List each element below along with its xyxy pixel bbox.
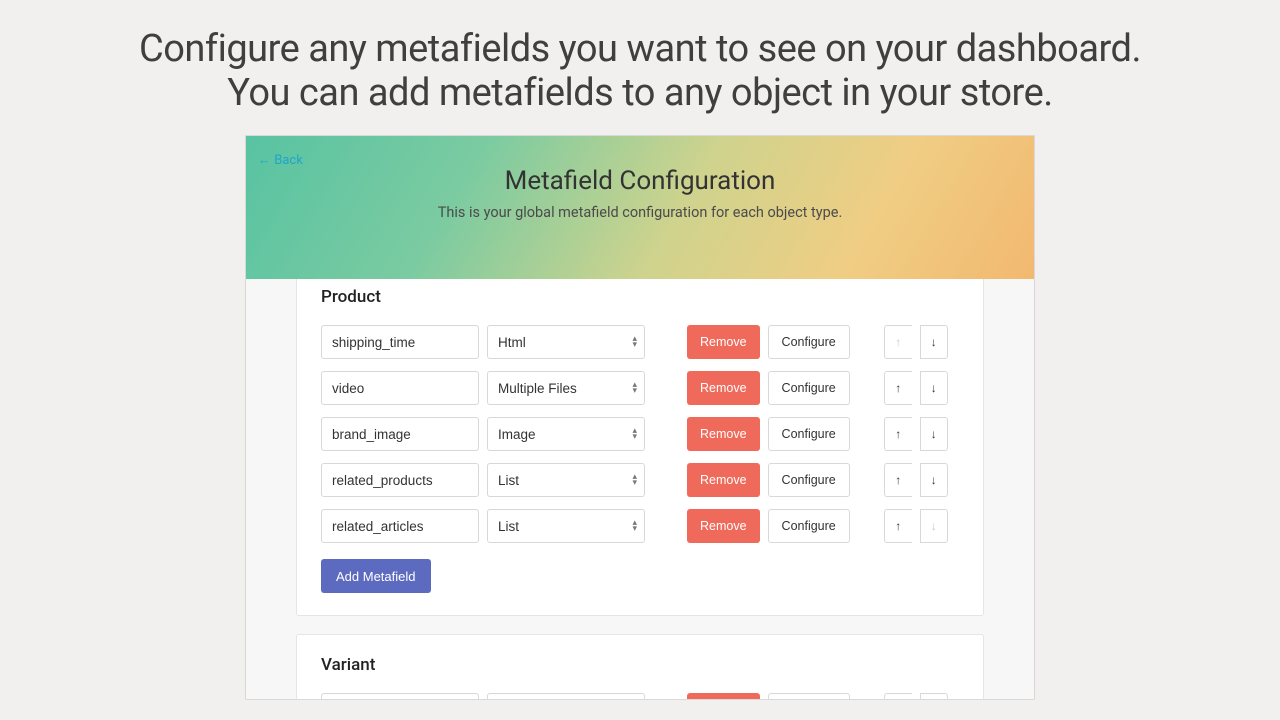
move-down-button[interactable]: ↓: [920, 463, 948, 497]
section-card-variant: VariantString▴▾RemoveConfigure↑↓Add Meta…: [296, 634, 984, 700]
metafield-name-input[interactable]: [321, 509, 479, 543]
remove-button[interactable]: Remove: [687, 325, 760, 359]
move-up-button[interactable]: ↑: [884, 371, 912, 405]
configure-button[interactable]: Configure: [768, 509, 850, 543]
metafield-type-select[interactable]: List: [487, 509, 645, 543]
remove-button[interactable]: Remove: [687, 509, 760, 543]
metafield-type-select[interactable]: String: [487, 693, 645, 700]
metafield-row: Multiple Files▴▾RemoveConfigure↑↓: [321, 371, 959, 405]
metafield-name-input[interactable]: [321, 371, 479, 405]
move-down-button[interactable]: ↓: [920, 371, 948, 405]
metafield-name-input[interactable]: [321, 325, 479, 359]
move-down-button[interactable]: ↓: [920, 325, 948, 359]
section-card-product: ProductHtml▴▾RemoveConfigure↑↓Multiple F…: [296, 266, 984, 616]
move-up-button: ↑: [884, 325, 912, 359]
add-metafield-button[interactable]: Add Metafield: [321, 559, 431, 593]
move-down-button[interactable]: ↓: [920, 693, 948, 700]
move-up-button: ↑: [884, 693, 912, 700]
panel-header: ← Back Metafield Configuration This is y…: [246, 136, 1034, 279]
move-down-button: ↓: [920, 509, 948, 543]
metafield-row: List▴▾RemoveConfigure↑↓: [321, 463, 959, 497]
metafield-name-input[interactable]: [321, 463, 479, 497]
metafield-name-input[interactable]: [321, 417, 479, 451]
metafield-type-select[interactable]: Image: [487, 417, 645, 451]
move-up-button[interactable]: ↑: [884, 417, 912, 451]
headline-line2: You can add metafields to any object in …: [227, 71, 1053, 115]
section-title: Variant: [321, 655, 959, 675]
move-up-button[interactable]: ↑: [884, 463, 912, 497]
metafield-name-input[interactable]: [321, 693, 479, 700]
remove-button[interactable]: Remove: [687, 417, 760, 451]
headline-line1: Configure any metafields you want to see…: [139, 27, 1141, 71]
section-title: Product: [321, 287, 959, 307]
marketing-headline: Configure any metafields you want to see…: [60, 28, 1220, 115]
remove-button[interactable]: Remove: [687, 693, 760, 700]
configure-button[interactable]: Configure: [768, 417, 850, 451]
move-down-button[interactable]: ↓: [920, 417, 948, 451]
remove-button[interactable]: Remove: [687, 371, 760, 405]
configure-button[interactable]: Configure: [768, 463, 850, 497]
page-subtitle: This is your global metafield configurat…: [246, 204, 1034, 221]
app-window: ← Back Metafield Configuration This is y…: [245, 135, 1035, 700]
move-up-button[interactable]: ↑: [884, 509, 912, 543]
configure-button[interactable]: Configure: [768, 325, 850, 359]
metafield-row: String▴▾RemoveConfigure↑↓: [321, 693, 959, 700]
metafield-type-select[interactable]: Multiple Files: [487, 371, 645, 405]
back-link[interactable]: ← Back: [258, 152, 303, 168]
metafield-row: List▴▾RemoveConfigure↑↓: [321, 509, 959, 543]
configure-button[interactable]: Configure: [768, 693, 850, 700]
remove-button[interactable]: Remove: [687, 463, 760, 497]
metafield-row: Image▴▾RemoveConfigure↑↓: [321, 417, 959, 451]
configure-button[interactable]: Configure: [768, 371, 850, 405]
metafield-row: Html▴▾RemoveConfigure↑↓: [321, 325, 959, 359]
metafield-type-select[interactable]: Html: [487, 325, 645, 359]
metafield-type-select[interactable]: List: [487, 463, 645, 497]
page-title: Metafield Configuration: [246, 166, 1034, 196]
content-area: ProductHtml▴▾RemoveConfigure↑↓Multiple F…: [246, 266, 1034, 700]
